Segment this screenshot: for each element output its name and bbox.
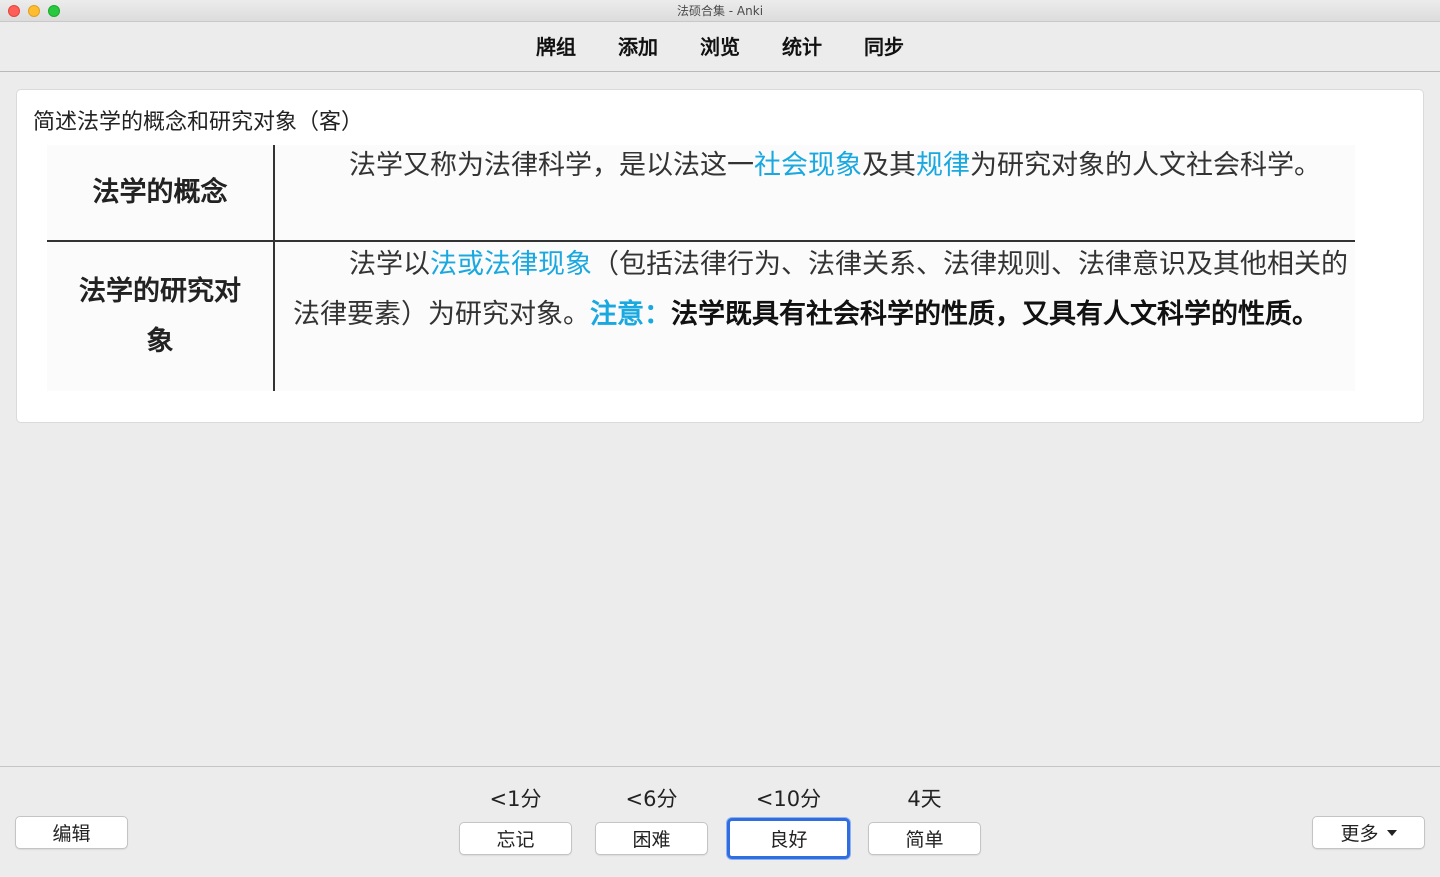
- card-question: 简述法学的概念和研究对象（客）: [33, 110, 364, 135]
- edit-button[interactable]: 编辑: [15, 816, 128, 849]
- definition-text: 及其: [862, 150, 916, 181]
- review-bottom-bar: 编辑 <1分 <6分 <10分 4天 忘记 困难 良好 简单 更多: [0, 766, 1440, 877]
- title-bar: 法硕合集 - Anki: [0, 0, 1440, 22]
- hard-button[interactable]: 困难: [595, 822, 708, 855]
- more-button-label: 更多: [1340, 823, 1379, 845]
- toolbar-stats[interactable]: 统计: [761, 22, 843, 72]
- caret-down-icon: [1386, 829, 1397, 836]
- toolbar-sync[interactable]: 同步: [843, 22, 925, 72]
- interval-easy: 4天: [907, 787, 942, 811]
- definition-text: 法学以: [349, 249, 430, 280]
- main-toolbar: 牌组 添加 浏览 统计 同步: [0, 22, 1440, 72]
- window-title: 法硕合集 - Anki: [676, 4, 764, 18]
- interval-good: <10分: [755, 787, 822, 811]
- more-button[interactable]: 更多: [1312, 816, 1425, 849]
- definition-cell: 法学又称为法律科学，是以法这一社会现象及其规律为研究对象的人文社会科学。: [293, 141, 1349, 191]
- table-row: 法学的研究对象 法学以法或法律现象（包括法律行为、法律关系、法律规则、法律意识及…: [47, 242, 1355, 391]
- toolbar-browse[interactable]: 浏览: [679, 22, 761, 72]
- toolbar-decks[interactable]: 牌组: [515, 22, 597, 72]
- highlighted-text: 规律: [916, 150, 970, 181]
- toolbar-add[interactable]: 添加: [597, 22, 679, 72]
- column-divider: [273, 145, 275, 391]
- term-cell: 法学的概念: [92, 177, 228, 208]
- good-button[interactable]: 良好: [727, 818, 850, 859]
- interval-hard: <6分: [625, 787, 678, 811]
- table-row: 法学的概念 法学又称为法律科学，是以法这一社会现象及其规律为研究对象的人文社会科…: [47, 145, 1355, 241]
- interval-again: <1分: [489, 787, 542, 811]
- highlighted-text: 法或法律现象: [430, 249, 592, 280]
- answer-table: 法学的概念 法学又称为法律科学，是以法这一社会现象及其规律为研究对象的人文社会科…: [47, 145, 1355, 391]
- definition-text: 法学又称为法律科学，是以法这一: [349, 150, 754, 181]
- term-cell: 法学的研究对象: [79, 275, 241, 357]
- review-card: 简述法学的概念和研究对象（客） 法学的概念 法学又称为法律科学，是以法这一社会现…: [16, 89, 1424, 423]
- definition-text: 为研究对象的人文社会科学。: [970, 150, 1321, 181]
- emphasis-text: 法学既具有社会科学的性质，又具有人文科学的性质。: [671, 299, 1319, 330]
- easy-button[interactable]: 简单: [868, 822, 981, 855]
- definition-cell: 法学以法或法律现象（包括法律行为、法律关系、法律规则、法律意识及其他相关的法律要…: [293, 240, 1349, 340]
- highlighted-text: 社会现象: [754, 150, 862, 181]
- again-button[interactable]: 忘记: [459, 822, 572, 855]
- note-label: 注意：: [590, 299, 671, 330]
